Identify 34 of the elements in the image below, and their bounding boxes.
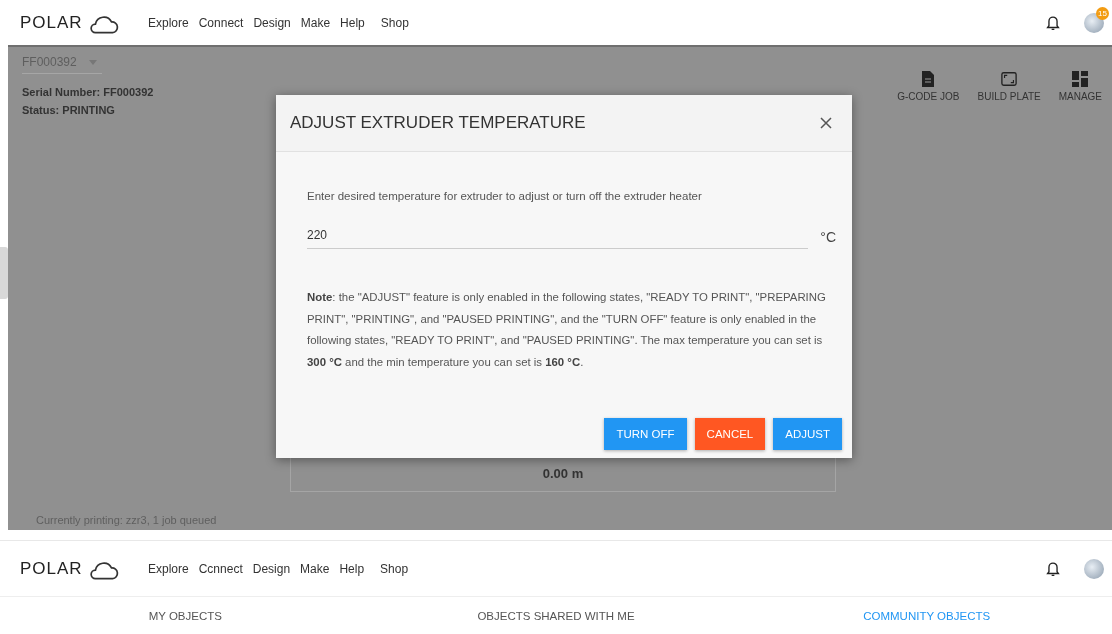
instruction-text: Enter desired temperature for extruder to adjust or turn off the extruder heater xyxy=(307,190,703,202)
nav-link[interactable]: Design xyxy=(252,559,291,578)
serial-number: Serial Number: FF000392 xyxy=(22,86,154,98)
file-icon xyxy=(920,71,937,87)
printer-status: Status: PRINTING xyxy=(22,104,116,116)
nav-link[interactable]: Shop xyxy=(380,13,409,32)
nav-link[interactable]: Make xyxy=(300,13,331,32)
nav-link[interactable]: Design xyxy=(253,13,291,32)
nav-link[interactable]: Help xyxy=(340,13,365,32)
dashboard-icon xyxy=(1072,71,1089,87)
notification-badge: 15 xyxy=(1096,6,1109,20)
caret-icon xyxy=(88,59,97,65)
toolbar-button[interactable]: G-CODE JOB xyxy=(895,71,962,116)
nav-link[interactable]: Explore xyxy=(148,559,189,578)
side-panel-handle[interactable] xyxy=(0,247,8,299)
toolbar-button[interactable]: BUILD PLATE xyxy=(975,71,1043,116)
toolbar-button[interactable]: MANAGE xyxy=(1056,71,1104,116)
tab[interactable]: MY OBJECTS xyxy=(0,610,371,622)
close-icon[interactable] xyxy=(820,117,832,129)
dialog-title: ADJUST EXTRUDER TEMPERATURE xyxy=(290,113,586,133)
logo-text[interactable]: POLAR xyxy=(20,12,83,33)
nav-link[interactable]: Ccnnect xyxy=(198,559,243,578)
note-text: Note: the "ADJUST" feature is only enabled in the following states, "READY TO PRINT", "PREPARING PRINT", "PRINTING", and "PAUSED PRINTING", and the "TURN OFF" feature is only enabled in the following states, "READY TO PRINT", and "PAUSED PRINTING". The max temperature you can set is 300 °C and the min temperature you can set is 160 °C. xyxy=(307,290,827,370)
length-reading: 0.00 m xyxy=(542,466,584,481)
tab[interactable]: OBJECTS SHARED WITH ME xyxy=(370,610,742,622)
unit-label: °C xyxy=(820,229,836,247)
frame-icon xyxy=(1001,71,1018,87)
nav-link[interactable]: Help xyxy=(339,559,365,578)
nav-link[interactable]: Connect xyxy=(198,13,244,32)
nav-link[interactable]: Make xyxy=(300,559,330,578)
logo-text[interactable]: POLAR xyxy=(20,558,83,579)
nav-link[interactable]: Explore xyxy=(148,13,189,32)
nav-link[interactable]: Shop xyxy=(380,559,409,578)
temperature-field[interactable]: 220 xyxy=(307,224,809,249)
